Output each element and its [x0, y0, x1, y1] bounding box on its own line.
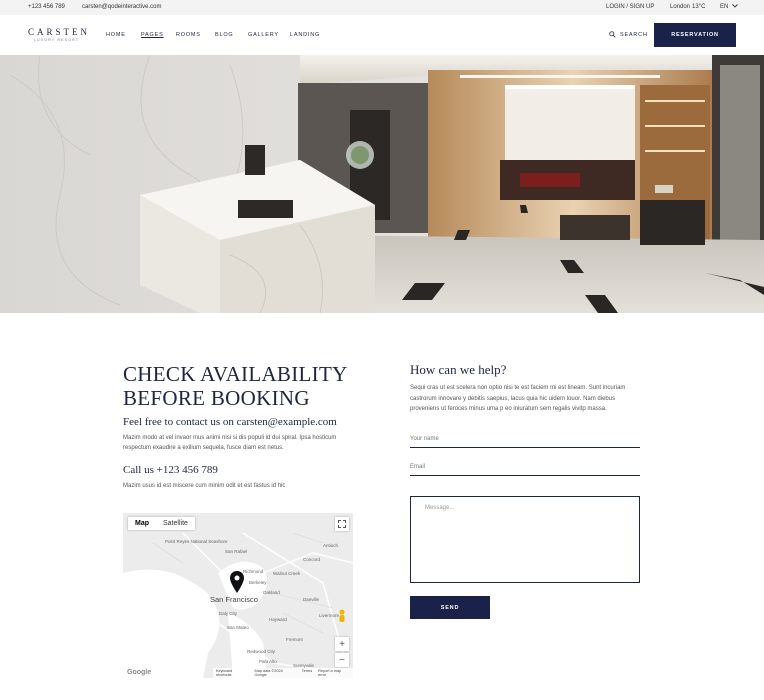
top-phone[interactable]: +123 456 789: [28, 4, 65, 10]
language-label: EN: [720, 4, 729, 10]
logo[interactable]: CARSTEN LUXURY RESORT: [28, 27, 90, 42]
map-label: Hayward: [269, 617, 287, 622]
location-map[interactable]: Map Satellite Point Reyes National Seash…: [123, 513, 353, 678]
weather-temp: 13°C: [692, 4, 706, 10]
map-footer-link[interactable]: Terms: [302, 669, 312, 677]
top-bar: +123 456 789 carsten@qodeinteractive.com…: [0, 0, 764, 15]
email-heading: Feel free to contact us on carsten@examp…: [123, 416, 337, 428]
main-header: CARSTEN LUXURY RESORT HOME PAGES ROOMS B…: [0, 15, 764, 55]
map-type-tabs: Map Satellite: [128, 517, 195, 530]
search-icon: [609, 31, 616, 38]
fullscreen-button[interactable]: [335, 517, 349, 531]
map-label: Berkeley: [249, 580, 267, 585]
fullscreen-icon: [338, 520, 346, 528]
top-email[interactable]: carsten@qodeinteractive.com: [82, 4, 161, 10]
email-placeholder: Email: [410, 464, 426, 470]
email-text: Mazim modo at vel invaor mus animi nisi …: [123, 435, 337, 451]
map-label: Antioch: [323, 543, 339, 548]
google-logo: Google: [127, 669, 152, 676]
map-footer-link[interactable]: Report a map error: [318, 669, 350, 677]
nav-rooms[interactable]: ROOMS: [176, 32, 201, 38]
help-heading: How can we help?: [410, 362, 507, 377]
zoom-in-button[interactable]: +: [335, 637, 349, 651]
language-selector[interactable]: EN: [720, 4, 738, 10]
nav-pages[interactable]: PAGES: [141, 32, 164, 38]
satellite-tab[interactable]: Satellite: [156, 517, 195, 530]
map-label: Palo Alto: [259, 659, 277, 664]
weather-city: London: [670, 4, 691, 10]
map-footer-text: Map data ©2024 Google: [254, 669, 283, 677]
search-button[interactable]: SEARCH: [609, 31, 648, 38]
reservation-button[interactable]: RESERVATION: [654, 23, 736, 47]
map-label: San Rafael: [225, 549, 248, 554]
map-city-label: San Francisco: [210, 595, 258, 604]
login-link[interactable]: LOGIN / SIGN UP: [606, 4, 654, 10]
map-label: San Mateo: [227, 625, 249, 630]
logo-subtitle: LUXURY RESORT: [34, 38, 80, 42]
zoom-out-button[interactable]: −: [335, 653, 349, 667]
map-label: Walnut Creek: [273, 571, 301, 576]
phone-text: Mazim usus id est miscere cum minim odit…: [123, 483, 286, 489]
location-pin-icon[interactable]: [230, 571, 244, 593]
map-label: Danville: [303, 597, 320, 602]
map-label: Point Reyes National Seashore: [165, 539, 228, 544]
map-label: Concord: [303, 557, 321, 562]
street-view-pegman-icon[interactable]: [337, 609, 347, 625]
nav-blog[interactable]: BLOG: [215, 32, 233, 38]
name-placeholder: Your name: [410, 436, 439, 442]
map-label: Oakland: [263, 590, 280, 595]
nav-landing[interactable]: LANDING: [290, 32, 320, 38]
nav-home[interactable]: HOME: [106, 32, 126, 38]
map-label: Fremont: [286, 637, 303, 642]
map-label: Richmond: [243, 569, 264, 574]
lobby-illustration: [0, 55, 764, 313]
map-footer: Keyboard shortcuts Map data ©2024 Google…: [213, 668, 353, 678]
phone-heading: Call us +123 456 789: [123, 464, 218, 476]
hero-lobby-image: [0, 55, 764, 313]
check-availability-heading: CHECK AVAILABILITY BEFORE BOOKING: [123, 362, 347, 410]
logo-name: CARSTEN: [28, 27, 91, 37]
send-button[interactable]: SEND: [410, 596, 490, 619]
map-label: Daly City: [219, 611, 238, 616]
map-label: Redwood City: [247, 649, 276, 654]
name-field[interactable]: Your name: [410, 434, 640, 448]
nav-gallery[interactable]: GALLERY: [248, 32, 279, 38]
map-label: Livermore: [319, 613, 340, 618]
map-tab[interactable]: Map: [128, 517, 156, 530]
email-field[interactable]: Email: [410, 462, 640, 476]
message-textarea[interactable]: Message...: [410, 496, 640, 583]
message-placeholder: Message...: [425, 505, 455, 511]
help-text: Sequi cras ut est scelera non optio nisi…: [410, 385, 626, 412]
search-label: SEARCH: [620, 31, 648, 38]
chevron-down-icon: [732, 4, 738, 9]
map-footer-link[interactable]: Keyboard shortcuts: [216, 669, 249, 677]
